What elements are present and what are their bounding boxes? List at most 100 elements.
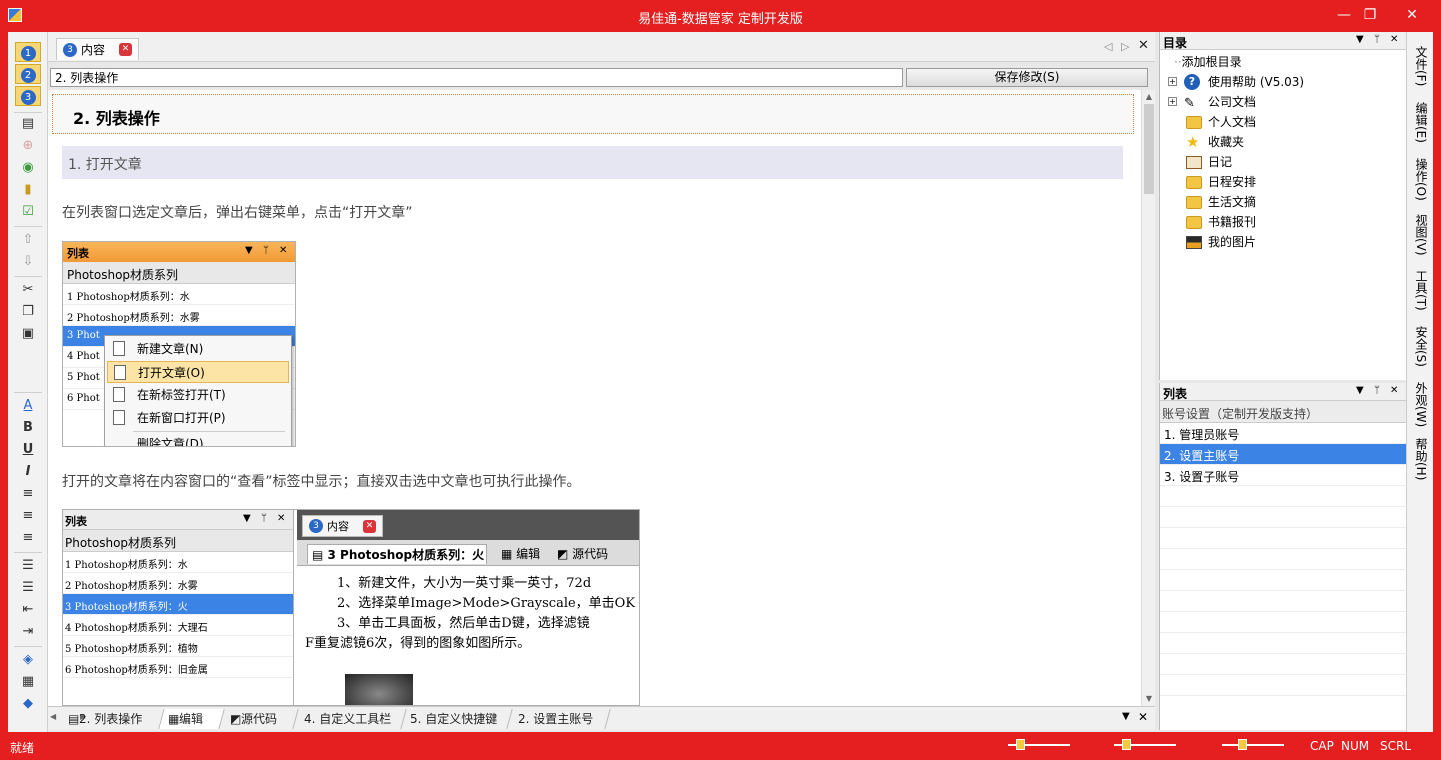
- bottom-tab-custom-shortcut[interactable]: 5. 自定义快捷键: [401, 709, 513, 729]
- zoom-slider-2[interactable]: [1114, 739, 1176, 750]
- menu-file[interactable]: 文件(F): [1411, 46, 1431, 86]
- numbered-list-icon[interactable]: ☰: [15, 556, 41, 576]
- insert-file-icon[interactable]: ▦: [15, 672, 41, 692]
- view-tab-content: 3 内容 ✕: [302, 515, 383, 537]
- slider-knob[interactable]: [1122, 739, 1131, 750]
- align-center-icon[interactable]: ≡: [15, 506, 41, 526]
- list-panel-header: 列表 ▼ ᛘ ✕: [63, 242, 295, 262]
- close-tab-icon[interactable]: ✕: [1138, 710, 1148, 724]
- tree-item-help[interactable]: + ? 使用帮助 (V5.03): [1160, 72, 1400, 92]
- zoom-icon[interactable]: ⊕: [15, 136, 41, 156]
- tree-item-pictures[interactable]: 我的图片: [1186, 232, 1256, 252]
- bottom-tab-list-operation[interactable]: ▤ 2. 列表操作: [59, 709, 165, 729]
- menu-help[interactable]: 帮助(H): [1411, 438, 1431, 480]
- list-item-selected[interactable]: 2. 设置主账号: [1160, 444, 1406, 465]
- expand-icon[interactable]: +: [1168, 77, 1177, 86]
- outdent-icon[interactable]: ⇤: [15, 600, 41, 620]
- underline-icon[interactable]: U: [15, 440, 41, 460]
- bottom-tab-label: 2. 设置主账号: [518, 712, 594, 726]
- save-button[interactable]: 保存修改(S): [906, 68, 1148, 87]
- tree-item-label: 添加根目录: [1181, 55, 1242, 69]
- level-1-icon: 1: [20, 46, 36, 61]
- menu-item-open-tab: 在新标签打开(T): [107, 384, 289, 406]
- zoom-slider-3[interactable]: [1222, 739, 1284, 750]
- slider-knob[interactable]: [1238, 739, 1247, 750]
- note-icon[interactable]: ▮: [15, 180, 41, 200]
- restore-button[interactable]: ❐: [1356, 4, 1384, 26]
- slider-knob[interactable]: [1016, 739, 1025, 750]
- menu-tools[interactable]: 工具(T): [1411, 270, 1431, 311]
- tab-content[interactable]: 3 内容 ✕: [56, 38, 140, 60]
- tab-prev-icon[interactable]: ◁: [1104, 40, 1112, 53]
- tree-item-life-digest[interactable]: 生活文摘: [1186, 192, 1256, 212]
- tab-next-icon[interactable]: ▷: [1121, 40, 1129, 53]
- menu-edit[interactable]: 编辑(E): [1411, 102, 1431, 143]
- tab-close-icon[interactable]: ✕: [119, 43, 133, 56]
- scroll-up-icon[interactable]: ▲: [1142, 92, 1156, 101]
- indent-icon[interactable]: ⇥: [15, 622, 41, 642]
- zoom-slider-1[interactable]: [1008, 739, 1070, 750]
- status-bar: 就绪 CAP NUM SCRL: [0, 732, 1441, 760]
- tree-item-company-docs[interactable]: + ✎ 公司文档: [1160, 92, 1400, 112]
- tree-item-personal-docs[interactable]: 个人文档: [1186, 112, 1256, 132]
- subtab-source-label: 源代码: [572, 547, 609, 561]
- close-document-icon[interactable]: ✕: [1138, 38, 1149, 53]
- toolbar-separator: [14, 276, 42, 277]
- align-right-icon[interactable]: ≡: [15, 528, 41, 548]
- dropdown-icon[interactable]: ▼: [1356, 385, 1364, 396]
- record-icon[interactable]: ◉: [15, 158, 41, 178]
- level-1-button[interactable]: 1: [15, 42, 41, 62]
- list-item: 4 Photoshop材质系列：大理石: [63, 615, 293, 636]
- close-window-button[interactable]: ✕: [1392, 4, 1432, 26]
- check-document-icon[interactable]: ☑: [15, 202, 41, 222]
- list-panel-header: 列表 ▼ ᛘ ✕: [63, 510, 293, 530]
- tab-list-dropdown-icon[interactable]: ▼: [1122, 711, 1130, 722]
- move-up-icon[interactable]: ⇧: [15, 230, 41, 250]
- paste-icon[interactable]: ▣: [15, 324, 41, 344]
- new-document-icon[interactable]: ▤: [15, 114, 41, 134]
- content-scrollbar[interactable]: ▲ ▼: [1141, 90, 1155, 706]
- close-icon[interactable]: ✕: [1390, 385, 1398, 396]
- level-2-button[interactable]: 2: [15, 64, 41, 84]
- menu-operation[interactable]: 操作(O): [1411, 158, 1431, 201]
- tree-item-diary[interactable]: 日记: [1186, 152, 1232, 172]
- tree-add-root[interactable]: ··添加根目录: [1174, 52, 1242, 72]
- copy-icon[interactable]: ❐: [15, 302, 41, 322]
- bottom-tab-custom-toolbar[interactable]: 4. 自定义工具栏: [295, 709, 407, 729]
- bullet-list-icon[interactable]: ☰: [15, 578, 41, 598]
- level-3-button[interactable]: 3: [15, 86, 41, 106]
- menu-security[interactable]: 安全(S): [1411, 326, 1431, 367]
- pin-icon[interactable]: ᛘ: [1374, 34, 1380, 45]
- bottom-tab-source[interactable]: ◩ 源代码: [221, 709, 299, 729]
- move-down-icon[interactable]: ⇩: [15, 252, 41, 272]
- tree-item-books[interactable]: 书籍报刊: [1186, 212, 1256, 232]
- dropdown-icon[interactable]: ▼: [1356, 34, 1364, 45]
- pin-icon[interactable]: ᛘ: [1374, 385, 1380, 396]
- tab-document-icon: [113, 387, 125, 402]
- list-item: 5 Photoshop材质系列：植物: [63, 636, 293, 657]
- bottom-tab-edit[interactable]: ▦ 编辑: [159, 709, 225, 729]
- scroll-thumb[interactable]: [1144, 104, 1154, 194]
- expand-icon[interactable]: +: [1168, 97, 1177, 106]
- layers-icon[interactable]: ◆: [15, 694, 41, 714]
- tree-item-favorites[interactable]: ★ 收藏夹: [1186, 132, 1244, 152]
- cut-icon[interactable]: ✂: [15, 280, 41, 300]
- insert-image-icon[interactable]: ◈: [15, 650, 41, 670]
- minimize-button[interactable]: —: [1330, 4, 1358, 26]
- menu-item-open-window: 在新窗口打开(P): [107, 407, 289, 429]
- font-color-icon[interactable]: A: [15, 396, 41, 416]
- tree-item-schedule[interactable]: 日程安排: [1186, 172, 1256, 192]
- menu-view[interactable]: 视图(V): [1411, 214, 1431, 256]
- list-item[interactable]: 1. 管理员账号: [1160, 423, 1406, 444]
- list-item[interactable]: 3. 设置子账号: [1160, 465, 1406, 486]
- align-left-icon[interactable]: ≡: [15, 484, 41, 504]
- bottom-tab-main-account[interactable]: 2. 设置主账号: [509, 709, 611, 729]
- tabs-scroll-left-icon[interactable]: ◀: [50, 712, 56, 721]
- menu-appearance[interactable]: 外观(W): [1411, 382, 1431, 427]
- close-icon[interactable]: ✕: [1390, 34, 1398, 45]
- document-title-input[interactable]: [50, 68, 903, 87]
- document-content[interactable]: 2. 列表操作 1. 打开文章 在列表窗口选定文章后，弹出右键菜单，点击“打开文…: [48, 90, 1141, 706]
- bold-icon[interactable]: B: [15, 418, 41, 438]
- scroll-down-icon[interactable]: ▼: [1142, 694, 1156, 703]
- italic-icon[interactable]: I: [15, 462, 41, 482]
